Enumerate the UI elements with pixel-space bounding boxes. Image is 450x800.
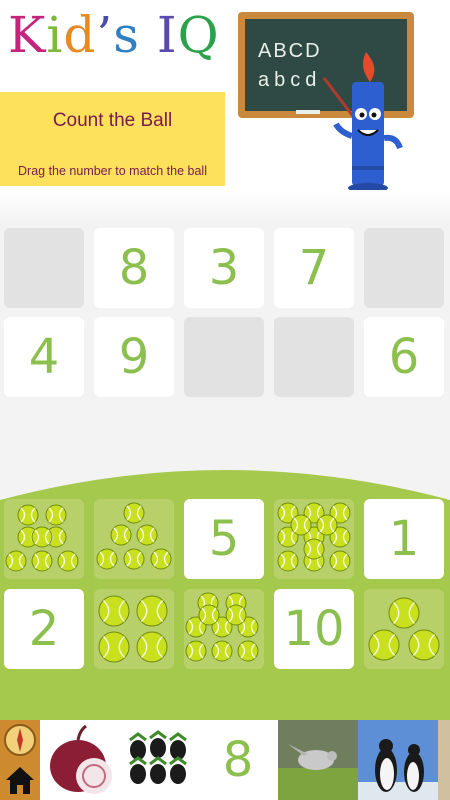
- board-line-1: ABCD: [258, 40, 322, 62]
- drop-slot-empty[interactable]: [364, 228, 444, 308]
- app-logo: Kid’s IQ: [8, 6, 220, 64]
- number-tile-draggable[interactable]: 2: [4, 589, 84, 669]
- game-title: Count the Ball: [52, 110, 173, 131]
- number-value: 2: [28, 601, 60, 657]
- logo-letter: i: [46, 6, 64, 64]
- tennis-ball: [211, 640, 233, 662]
- target-number: 8: [118, 240, 150, 296]
- tennis-ball: [136, 524, 158, 546]
- logo-letter: s: [113, 6, 140, 64]
- onion-image[interactable]: [42, 720, 120, 800]
- tennis-ball: [185, 640, 207, 662]
- scroll-edge: [438, 720, 450, 800]
- logo-letter: K: [8, 6, 47, 64]
- target-tile-number[interactable]: 8: [94, 228, 174, 308]
- ball-group-tile[interactable]: [94, 589, 174, 669]
- tennis-ball: [136, 631, 168, 663]
- ball-group: [185, 592, 259, 662]
- logo-letter: I: [156, 6, 178, 64]
- ball-group-tile[interactable]: [4, 499, 84, 579]
- tennis-ball: [45, 504, 67, 526]
- tennis-ball: [329, 550, 351, 572]
- number-card-8-value: 8: [222, 732, 254, 788]
- tennis-ball: [98, 595, 130, 627]
- ball-group-tile[interactable]: [364, 589, 444, 669]
- logo-letter: Q: [177, 6, 220, 64]
- ball-group: [5, 504, 79, 572]
- target-number: 4: [28, 329, 60, 385]
- tennis-ball: [150, 548, 172, 570]
- tennis-ball: [17, 504, 39, 526]
- target-number: 7: [298, 240, 330, 296]
- drop-slot-empty[interactable]: [184, 317, 264, 397]
- blackberry: [169, 756, 187, 784]
- board-line-2: abcd: [258, 69, 321, 91]
- title-panel: Count the Ball Drag the number to match …: [0, 92, 225, 186]
- number-value: 10: [283, 601, 345, 657]
- tennis-ball: [96, 548, 118, 570]
- ball-group: [96, 502, 172, 570]
- blackberry: [129, 732, 147, 760]
- blackberries-image[interactable]: [120, 720, 198, 800]
- logo-letter: d: [63, 6, 97, 64]
- tennis-ball: [31, 550, 53, 572]
- number-tile-draggable[interactable]: 5: [184, 499, 264, 579]
- target-number: 6: [388, 329, 420, 385]
- tennis-ball: [198, 604, 220, 626]
- tennis-ball: [110, 524, 132, 546]
- number-value: 1: [388, 511, 420, 567]
- bottom-bar: 8: [0, 720, 450, 800]
- tennis-ball: [368, 629, 400, 661]
- number-tile-draggable[interactable]: 1: [364, 499, 444, 579]
- side-menu: [0, 720, 40, 800]
- target-tile-number[interactable]: 6: [364, 317, 444, 397]
- blackberry: [129, 756, 147, 784]
- home-icon[interactable]: [0, 760, 40, 800]
- tennis-ball: [57, 550, 79, 572]
- tennis-ball: [303, 538, 325, 560]
- target-number: 9: [118, 329, 150, 385]
- tennis-ball: [123, 502, 145, 524]
- drop-slot-empty[interactable]: [274, 317, 354, 397]
- logo-letter: ’: [96, 6, 114, 64]
- tennis-ball: [290, 514, 312, 536]
- target-tile-number[interactable]: 4: [4, 317, 84, 397]
- instruction-text: Drag the number to match the ball: [18, 164, 207, 178]
- tennis-ball: [98, 631, 130, 663]
- tennis-ball: [31, 526, 53, 548]
- tennis-ball: [316, 514, 338, 536]
- target-number: 3: [208, 240, 240, 296]
- tennis-ball: [225, 604, 247, 626]
- bird-image[interactable]: [278, 720, 358, 800]
- tennis-ball: [5, 550, 27, 572]
- compass-icon[interactable]: [0, 720, 40, 760]
- ball-group: [277, 502, 351, 572]
- drop-slot-empty[interactable]: [4, 228, 84, 308]
- tennis-ball: [123, 548, 145, 570]
- target-tile-number[interactable]: 3: [184, 228, 264, 308]
- number-value: 5: [208, 511, 240, 567]
- header: Kid’s IQ Count the Ball Drag the number …: [0, 0, 450, 220]
- blackberry: [149, 756, 167, 784]
- number-tile-draggable[interactable]: 10: [274, 589, 354, 669]
- number-card-8[interactable]: 8: [198, 720, 278, 800]
- blackberry: [149, 730, 167, 758]
- blackberry: [169, 732, 187, 760]
- tennis-ball: [408, 629, 440, 661]
- target-tile-number[interactable]: 9: [94, 317, 174, 397]
- target-tile-number[interactable]: 7: [274, 228, 354, 308]
- ball-group: [98, 595, 168, 663]
- penguins-image[interactable]: [358, 720, 438, 800]
- ball-group-tile[interactable]: [274, 499, 354, 579]
- tennis-ball: [237, 640, 259, 662]
- tennis-ball: [277, 550, 299, 572]
- tennis-ball: [388, 597, 420, 629]
- tennis-ball: [136, 595, 168, 627]
- logo-letter: [140, 6, 157, 64]
- crayon-mascot-image: [322, 52, 403, 193]
- ball-group-tile[interactable]: [94, 499, 174, 579]
- ball-group-tile[interactable]: [184, 589, 264, 669]
- ball-group: [368, 597, 440, 661]
